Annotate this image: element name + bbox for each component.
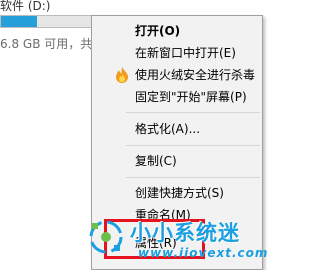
menu-item-label: 属性(R) bbox=[135, 236, 177, 250]
menu-item-huorong-scan[interactable]: 使用火绒安全进行杀毒 bbox=[92, 64, 262, 86]
menu-separator bbox=[126, 112, 260, 113]
menu-item-label: 打开(O) bbox=[135, 24, 181, 38]
menu-item-label: 在新窗口中打开(E) bbox=[135, 46, 236, 60]
menu-item-label: 格式化(A)... bbox=[135, 122, 201, 136]
menu-item-label: 重命名(M) bbox=[135, 208, 191, 222]
menu-item-label: 创建快捷方式(S) bbox=[135, 186, 224, 200]
huorong-flame-icon bbox=[115, 67, 129, 83]
menu-item-rename[interactable]: 重命名(M) bbox=[92, 204, 262, 226]
menu-item-create-shortcut[interactable]: 创建快捷方式(S) bbox=[92, 182, 262, 204]
menu-item-label: 使用火绒安全进行杀毒 bbox=[135, 68, 256, 82]
menu-item-format[interactable]: 格式化(A)... bbox=[92, 118, 262, 140]
drive-name[interactable]: 软件 (D:) bbox=[0, 0, 50, 12]
menu-item-open-new-window[interactable]: 在新窗口中打开(E) bbox=[92, 42, 262, 64]
menu-item-properties[interactable]: 属性(R) bbox=[92, 232, 262, 254]
drive-free-space: 6.8 GB 可用，共 bbox=[0, 37, 93, 51]
menu-item-copy[interactable]: 复制(C) bbox=[92, 150, 262, 172]
menu-separator bbox=[126, 177, 260, 178]
context-menu: 打开(O) 在新窗口中打开(E) 使用火绒安全进行杀毒 固定到"开始"屏幕(P)… bbox=[91, 15, 263, 270]
drive-usage-fill bbox=[1, 16, 37, 27]
menu-separator bbox=[126, 145, 260, 146]
menu-item-label: 固定到"开始"屏幕(P) bbox=[135, 90, 247, 104]
menu-item-pin-to-start[interactable]: 固定到"开始"屏幕(P) bbox=[92, 86, 262, 108]
menu-item-label: 复制(C) bbox=[135, 154, 177, 168]
menu-item-open[interactable]: 打开(O) bbox=[92, 20, 262, 42]
